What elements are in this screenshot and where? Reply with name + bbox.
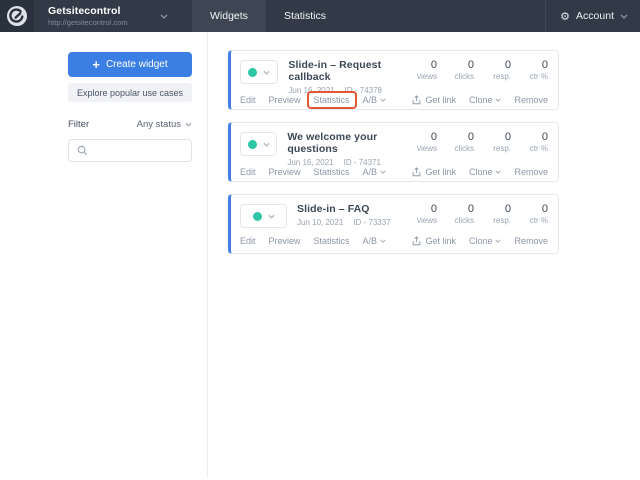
get-link-link[interactable]: Get link: [412, 95, 456, 105]
chevron-down-icon: [380, 170, 386, 174]
widget-card-actions: Edit Preview Statistics A/B Get link Clo…: [240, 236, 548, 246]
tab-widgets[interactable]: Widgets: [192, 0, 266, 32]
chevron-down-icon: [620, 14, 628, 19]
filter-row: Filter Any status: [68, 119, 192, 130]
widget-title: Slide-in – Request callback: [288, 59, 382, 83]
stat-resp: 0 resp.: [493, 59, 511, 81]
widget-stats: 0 views 0 clicks 0 resp. 0 ctr %: [400, 59, 548, 81]
widget-card-top: We welcome your questions Jun 16, 2021 I…: [240, 131, 548, 167]
search-icon: [77, 145, 88, 156]
ab-test-link[interactable]: A/B: [363, 95, 387, 105]
site-url: http://getsitecontrol.com: [48, 18, 128, 27]
share-icon: [412, 167, 421, 177]
widget-id: ID - 73337: [353, 218, 391, 227]
share-icon: [412, 95, 421, 105]
widget-titles: Slide-in – FAQ Jun 10, 2021 ID - 73337: [297, 203, 391, 227]
widget-card-actions: Edit Preview Statistics A/B Get link Clo…: [240, 95, 548, 105]
chevron-down-icon: [495, 170, 502, 174]
preview-link[interactable]: Preview: [269, 95, 301, 105]
stat-clicks: 0 clicks: [454, 131, 474, 153]
chevron-down-icon: [495, 239, 502, 243]
stat-resp: 0 resp.: [493, 203, 511, 225]
widget-stats: 0 views 0 clicks 0 resp. 0 ctr %: [400, 131, 548, 153]
tab-statistics[interactable]: Statistics: [266, 0, 344, 32]
remove-link[interactable]: Remove: [514, 236, 548, 246]
ab-test-link[interactable]: A/B: [363, 236, 387, 246]
widget-title: We welcome your questions: [287, 131, 378, 155]
chevron-down-icon: [495, 98, 502, 102]
widget-card: Slide-in – Request callback Jun 16, 2021…: [228, 50, 559, 110]
edit-link[interactable]: Edit: [240, 95, 256, 105]
remove-link[interactable]: Remove: [514, 95, 548, 105]
chevron-down-icon: [263, 142, 270, 147]
chevron-down-icon: [267, 214, 275, 219]
stat-views: 0 views: [416, 59, 437, 81]
get-link-link[interactable]: Get link: [412, 236, 456, 246]
ab-test-link[interactable]: A/B: [363, 167, 387, 177]
stat-ctr: 0 ctr %: [529, 203, 548, 225]
stat-clicks: 0 clicks: [454, 59, 474, 81]
status-dot-icon: [252, 211, 262, 221]
widget-status-toggle[interactable]: [240, 60, 279, 84]
chevron-down-icon: [185, 122, 192, 127]
chevron-down-icon: [380, 98, 386, 102]
stat-clicks: 0 clicks: [454, 203, 474, 225]
widget-titles: Slide-in – Request callback Jun 16, 2021…: [288, 59, 400, 95]
edit-link[interactable]: Edit: [240, 167, 256, 177]
getsitecontrol-logo[interactable]: [0, 0, 34, 32]
widget-card-top: Slide-in – FAQ Jun 10, 2021 ID - 73337 0…: [240, 203, 548, 236]
widget-list: Slide-in – Request callback Jun 16, 2021…: [228, 50, 559, 254]
widget-card: Slide-in – FAQ Jun 10, 2021 ID - 73337 0…: [228, 194, 559, 254]
clone-link[interactable]: Clone: [469, 95, 502, 105]
preview-link[interactable]: Preview: [269, 167, 301, 177]
widget-title: Slide-in – FAQ: [297, 203, 370, 215]
statistics-link[interactable]: Statistics: [309, 93, 355, 107]
widget-status-toggle[interactable]: [240, 204, 287, 228]
status-dot-icon: [248, 67, 258, 77]
widget-status-toggle[interactable]: [240, 132, 278, 156]
get-link-link[interactable]: Get link: [412, 167, 456, 177]
explore-use-cases-button[interactable]: Explore popular use cases: [68, 83, 192, 102]
create-widget-label: Create widget: [105, 59, 168, 70]
widget-card: We welcome your questions Jun 16, 2021 I…: [228, 122, 559, 182]
account-menu[interactable]: ⚙ Account: [545, 0, 640, 32]
gear-icon: ⚙: [560, 9, 571, 23]
status-filter-value: Any status: [136, 119, 181, 130]
plus-icon: +: [92, 56, 100, 72]
status-dot-icon: [247, 139, 257, 149]
share-icon: [412, 236, 421, 246]
clone-link[interactable]: Clone: [469, 236, 502, 246]
widget-card-top: Slide-in – Request callback Jun 16, 2021…: [240, 59, 548, 95]
widget-card-actions: Edit Preview Statistics A/B Get link Clo…: [240, 167, 548, 177]
stat-ctr: 0 ctr %: [529, 131, 548, 153]
chevron-down-icon: [160, 14, 168, 19]
preview-link[interactable]: Preview: [269, 236, 301, 246]
statistics-link[interactable]: Statistics: [309, 165, 355, 179]
main-nav: Widgets Statistics: [192, 0, 344, 32]
sidebar: + Create widget Explore popular use case…: [0, 32, 208, 478]
clone-link[interactable]: Clone: [469, 167, 502, 177]
site-name: Getsitecontrol: [48, 5, 121, 17]
edit-link[interactable]: Edit: [240, 236, 256, 246]
filter-label: Filter: [68, 119, 90, 130]
chevron-down-icon: [380, 239, 386, 243]
widget-titles: We welcome your questions Jun 16, 2021 I…: [287, 131, 400, 167]
search-input[interactable]: [68, 139, 192, 162]
stat-views: 0 views: [416, 131, 437, 153]
widget-date: Jun 10, 2021: [297, 218, 344, 227]
widget-stats: 0 views 0 clicks 0 resp. 0 ctr %: [400, 203, 548, 225]
topbar: Getsitecontrol http://getsitecontrol.com…: [0, 0, 640, 32]
create-widget-button[interactable]: + Create widget: [68, 52, 192, 77]
logo-icon: [7, 6, 27, 26]
stat-views: 0 views: [416, 203, 437, 225]
remove-link[interactable]: Remove: [514, 167, 548, 177]
getsitecontrol-app: Getsitecontrol http://getsitecontrol.com…: [0, 0, 640, 480]
status-filter-select[interactable]: Any status: [137, 119, 192, 130]
site-switcher[interactable]: Getsitecontrol http://getsitecontrol.com: [34, 0, 176, 32]
stat-resp: 0 resp.: [493, 131, 511, 153]
chevron-down-icon: [263, 70, 270, 75]
statistics-link[interactable]: Statistics: [309, 234, 355, 248]
stat-ctr: 0 ctr %: [529, 59, 548, 81]
account-label: Account: [576, 10, 614, 22]
